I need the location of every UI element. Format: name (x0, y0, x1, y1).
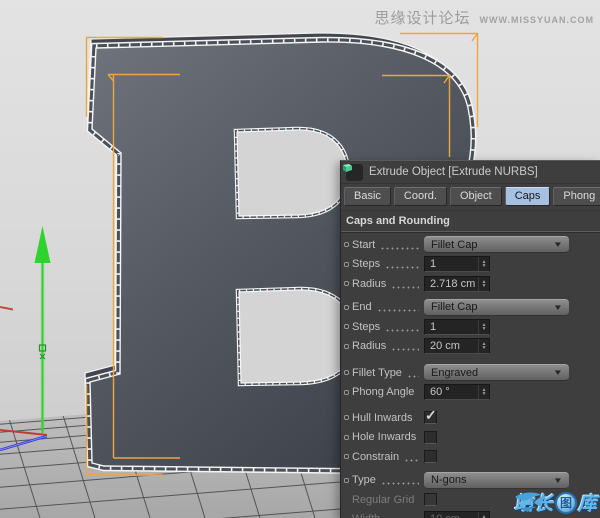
regular-grid-checkbox (424, 493, 437, 506)
chevron-down-icon: ▼ (553, 476, 563, 485)
steps-start-field[interactable]: 1 ▲ ▼ (424, 256, 490, 272)
leader-dots (391, 348, 419, 351)
brand-badge: 图 (555, 492, 577, 514)
anim-dot[interactable] (344, 344, 349, 349)
spinner[interactable]: ▲ ▼ (478, 339, 489, 353)
tab-coord[interactable]: Coord. (394, 187, 447, 206)
type-dropdown[interactable]: N-gons ▼ (424, 472, 569, 489)
section-title: Caps and Rounding (341, 210, 600, 232)
phong-angle-field[interactable]: 60 ° ▲ ▼ (424, 384, 490, 400)
leader-dots (418, 420, 419, 423)
anim-dot[interactable] (344, 435, 349, 440)
param-row-radius-end: Radius 20 cm ▲ ▼ (344, 337, 600, 357)
hole-inwards-checkbox[interactable] (424, 431, 437, 444)
param-row-constrain: Constrain (344, 447, 600, 467)
panel-titlebar: Extrude Object [Extrude NURBS] (341, 161, 600, 184)
hull-inwards-checkbox[interactable]: ✓ (424, 411, 437, 424)
end-dropdown[interactable]: Fillet Cap ▼ (424, 299, 569, 316)
param-row-fillet-type: Fillet Type Engraved ▼ (344, 363, 600, 383)
chevron-down-icon: ▼ (553, 303, 563, 312)
chevron-down-icon: ▼ (553, 240, 563, 249)
param-row-steps-end: Steps 1 ▲ ▼ (344, 317, 600, 337)
flame-swoosh-icon (514, 489, 548, 515)
panel-title: Extrude Object [Extrude NURBS] (369, 166, 538, 178)
tab-object[interactable]: Object (450, 187, 502, 206)
cinema4d-viewport-screenshot: 思缘设计论坛 WWW.MISSYUAN.COM Extrude Object [… (0, 0, 600, 518)
anim-dot[interactable] (344, 390, 349, 395)
param-row-steps-start: Steps 1 ▲ ▼ (344, 255, 600, 275)
anim-dot[interactable] (344, 454, 349, 459)
param-row-hole-inwards: Hole Inwards (344, 428, 600, 448)
panel-tabs: Basic Coord. Object Caps Phong (341, 184, 600, 210)
spinner-down-icon: ▼ (482, 264, 487, 268)
extrude-object-panel: Extrude Object [Extrude NURBS] Basic Coo… (340, 160, 600, 518)
param-row-phong-angle: Phong Angle 60 ° ▲ ▼ (344, 383, 600, 403)
anim-dot[interactable] (344, 305, 349, 310)
width-field: 10 cm ▲ ▼ (424, 511, 490, 518)
param-row-radius-start: Radius 2.718 cm ▲ ▼ (344, 274, 600, 294)
spinner-down-icon: ▼ (482, 392, 487, 396)
param-row-type: Type N-gons ▼ (344, 471, 600, 491)
spinner[interactable]: ▲ ▼ (478, 277, 489, 291)
watermark-logo: 站长 图 库 (514, 489, 598, 516)
tab-basic[interactable]: Basic (344, 187, 391, 206)
leader-dots (377, 309, 419, 312)
tab-phong[interactable]: Phong (553, 187, 600, 206)
leader-dots (381, 482, 419, 485)
spinner-down-icon: ▼ (482, 284, 487, 288)
anim-dot[interactable] (344, 370, 349, 375)
leader-dots (391, 286, 419, 289)
param-row-hull-inwards: Hull Inwards ✓ (344, 408, 600, 428)
anim-dot[interactable] (344, 281, 349, 286)
param-row-start: Start Fillet Cap ▼ (344, 235, 600, 255)
leader-dots (385, 266, 419, 269)
constrain-checkbox[interactable] (424, 450, 437, 463)
watermark-site-name: 思缘设计论坛 (374, 7, 470, 28)
spinner-down-icon: ▼ (482, 346, 487, 350)
spinner[interactable]: ▲ ▼ (478, 257, 489, 271)
check-icon: ✓ (425, 407, 437, 424)
radius-end-field[interactable]: 20 cm ▲ ▼ (424, 338, 490, 354)
param-row-end: End Fillet Cap ▼ (344, 298, 600, 318)
watermark-top: 思缘设计论坛 WWW.MISSYUAN.COM (374, 7, 594, 28)
watermark-site-url: WWW.MISSYUAN.COM (480, 15, 595, 25)
leader-dots (404, 459, 419, 462)
leader-dots (380, 247, 419, 250)
leader-dots (407, 375, 419, 378)
leader-dots (385, 329, 419, 332)
anim-dot[interactable] (344, 478, 349, 483)
extrude-nurbs-icon (346, 164, 363, 181)
fillet-type-dropdown[interactable]: Engraved ▼ (424, 364, 569, 381)
spinner[interactable]: ▲ ▼ (478, 320, 489, 334)
spinner-down-icon: ▼ (482, 327, 487, 331)
spinner[interactable]: ▲ ▼ (478, 385, 489, 399)
brand-text-right: 库 (578, 489, 598, 516)
tab-caps[interactable]: Caps (505, 187, 551, 206)
radius-start-field[interactable]: 2.718 cm ▲ ▼ (424, 276, 490, 292)
parameter-rows: Start Fillet Cap ▼ Steps 1 ▲ ▼ (341, 232, 600, 518)
chevron-down-icon: ▼ (553, 368, 563, 377)
anim-dot[interactable] (344, 324, 349, 329)
anim-dot[interactable] (344, 262, 349, 267)
steps-end-field[interactable]: 1 ▲ ▼ (424, 319, 490, 335)
anim-dot[interactable] (344, 415, 349, 420)
anim-dot[interactable] (344, 242, 349, 247)
start-dropdown[interactable]: Fillet Cap ▼ (424, 236, 569, 253)
